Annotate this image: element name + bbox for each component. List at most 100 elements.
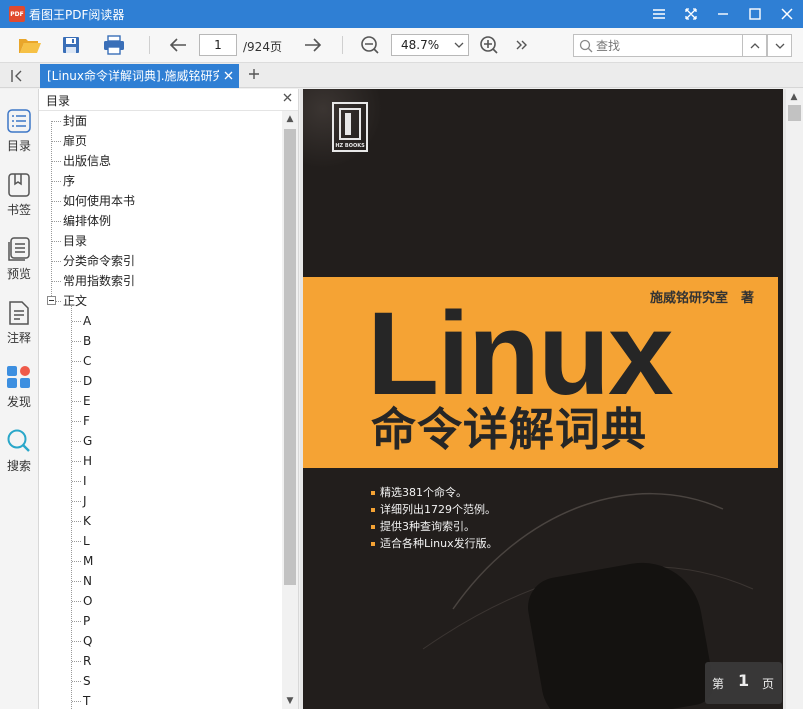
rail-item-search[interactable]: 搜索 <box>0 423 38 479</box>
toc-subitem[interactable]: C <box>83 351 91 371</box>
toc-subitem[interactable]: H <box>83 451 92 471</box>
add-tab-button[interactable] <box>245 66 263 84</box>
more-tools-button[interactable] <box>509 33 535 57</box>
page-total: /924页 <box>243 40 282 54</box>
toc-subitem[interactable]: P <box>83 611 90 631</box>
maximize-icon <box>749 8 761 20</box>
zoom-select[interactable]: 48.7% <box>391 34 469 56</box>
menu-button[interactable] <box>643 0 675 28</box>
page-indicator-badge: 第 1 页 <box>705 662 782 704</box>
toc-subitem[interactable]: Q <box>83 631 92 651</box>
chevron-up-icon <box>750 42 759 48</box>
maximize-button[interactable] <box>739 0 771 28</box>
cover-title-band: 施威铭研究室 著 Linux 命令详解词典 <box>303 277 778 468</box>
toc-subitem[interactable]: M <box>83 551 93 571</box>
toolbar-separator <box>342 36 343 54</box>
toc-close-button[interactable] <box>283 91 292 106</box>
toc-subitem[interactable]: K <box>83 511 91 531</box>
close-button[interactable] <box>771 0 803 28</box>
tree-line <box>52 281 61 282</box>
toc-item[interactable]: 扉页 <box>63 131 87 151</box>
toc-subitem[interactable]: T <box>83 691 90 709</box>
open-file-button[interactable] <box>17 33 43 57</box>
rail-label: 预览 <box>6 267 31 281</box>
tree-line <box>72 541 81 542</box>
rail-label: 注释 <box>6 331 31 345</box>
rail-label: 书签 <box>6 203 31 217</box>
rail-item-preview[interactable]: 预览 <box>0 231 38 287</box>
search-prev-button[interactable] <box>742 34 767 57</box>
rail-item-annotations[interactable]: 注释 <box>0 295 38 351</box>
tab-close-button[interactable] <box>224 64 233 88</box>
toc-scrollbar[interactable]: ▲ ▼ <box>282 111 298 709</box>
close-icon <box>781 8 793 20</box>
fullscreen-button[interactable] <box>675 0 707 28</box>
close-icon <box>224 71 233 80</box>
chevron-down-icon <box>454 35 464 61</box>
rail-item-bookmarks[interactable]: 书签 <box>0 167 38 223</box>
viewer-scroll-thumb[interactable] <box>788 105 801 121</box>
rail-label: 搜索 <box>6 459 31 473</box>
toc-subitem[interactable]: E <box>83 391 91 411</box>
toc-item[interactable]: 编排体例 <box>63 211 111 231</box>
hamburger-icon <box>653 9 665 19</box>
toc-subitem[interactable]: B <box>83 331 91 351</box>
toc-scroll-thumb[interactable] <box>284 129 296 585</box>
chevron-up-icon[interactable]: ▲ <box>282 111 298 127</box>
prev-page-button[interactable] <box>165 33 191 57</box>
rail-item-discover[interactable]: 发现 <box>0 359 38 415</box>
zoom-in-button[interactable] <box>476 33 502 57</box>
tree-line <box>72 581 81 582</box>
pdf-page[interactable]: HZ BOOKS 施威铭研究室 著 Linux 命令详解词典 精选381个命令。… <box>303 89 783 709</box>
toolbar: 1 /924页 48.7% <box>0 28 803 63</box>
annotation-icon <box>6 299 32 327</box>
publisher-logo: HZ BOOKS <box>332 102 368 152</box>
next-page-button[interactable] <box>300 33 326 57</box>
toc-subitem[interactable]: G <box>83 431 92 451</box>
toc-subitem[interactable]: I <box>83 471 87 491</box>
rail-item-toc[interactable]: 目录 <box>0 103 38 159</box>
toc-item[interactable]: 出版信息 <box>63 151 111 171</box>
printer-icon <box>104 35 124 55</box>
toc-subitem[interactable]: N <box>83 571 92 591</box>
search-input[interactable] <box>596 37 736 54</box>
print-button[interactable] <box>101 33 127 57</box>
zoom-out-button[interactable] <box>357 33 383 57</box>
cover-bullets: 精选381个命令。 详细列出1729个范例。 提供3种查询索引。 适合各种Lin… <box>371 484 498 552</box>
tree-line <box>72 701 81 702</box>
toc-panel: 目录 封面 扉页 出版信息序如何使用本书 编排体例 目录 分类命令索引 常用指数索引 正文 A B… <box>39 89 299 709</box>
tree-line <box>52 161 61 162</box>
tab-document[interactable]: [Linux命令详解词典].施威铭研究室 <box>40 64 239 88</box>
chevron-up-icon[interactable]: ▲ <box>786 89 802 105</box>
search-next-button[interactable] <box>767 34 792 57</box>
tree-line <box>52 201 61 202</box>
toc-subitem[interactable]: O <box>83 591 92 611</box>
page-number-input[interactable]: 1 <box>199 34 237 56</box>
viewer-scrollbar[interactable]: ▲ <box>786 89 803 709</box>
chevron-down-icon[interactable]: ▼ <box>282 693 298 709</box>
save-button[interactable] <box>58 33 84 57</box>
toc-item[interactable]: 常用指数索引 <box>63 271 135 291</box>
search-box[interactable] <box>573 34 743 57</box>
toc-item[interactable]: 如何使用本书 <box>63 191 135 211</box>
toc-subitem[interactable]: R <box>83 651 91 671</box>
page-indicator-prefix: 第 <box>712 677 725 691</box>
collapse-sidebar-button[interactable] <box>8 67 28 85</box>
toc-item[interactable]: 分类命令索引 <box>63 251 135 271</box>
toc-subitem[interactable]: F <box>83 411 90 431</box>
toc-subitem[interactable]: J <box>83 491 87 511</box>
collapse-toggle-icon[interactable] <box>47 296 56 305</box>
toc-item[interactable]: 正文 <box>63 291 87 311</box>
toc-subitem[interactable]: A <box>83 311 91 331</box>
toc-subitem[interactable]: S <box>83 671 91 691</box>
toc-item[interactable]: 封面 <box>63 111 87 131</box>
tree-line <box>72 561 81 562</box>
tree-line <box>52 261 61 262</box>
toc-item[interactable]: 序 <box>63 171 75 191</box>
minimize-button[interactable] <box>707 0 739 28</box>
tree-line <box>72 381 81 382</box>
toc-item[interactable]: 目录 <box>63 231 87 251</box>
toc-subitem[interactable]: L <box>83 531 90 551</box>
toc-subitem[interactable]: D <box>83 371 92 391</box>
tree-line <box>72 321 81 322</box>
